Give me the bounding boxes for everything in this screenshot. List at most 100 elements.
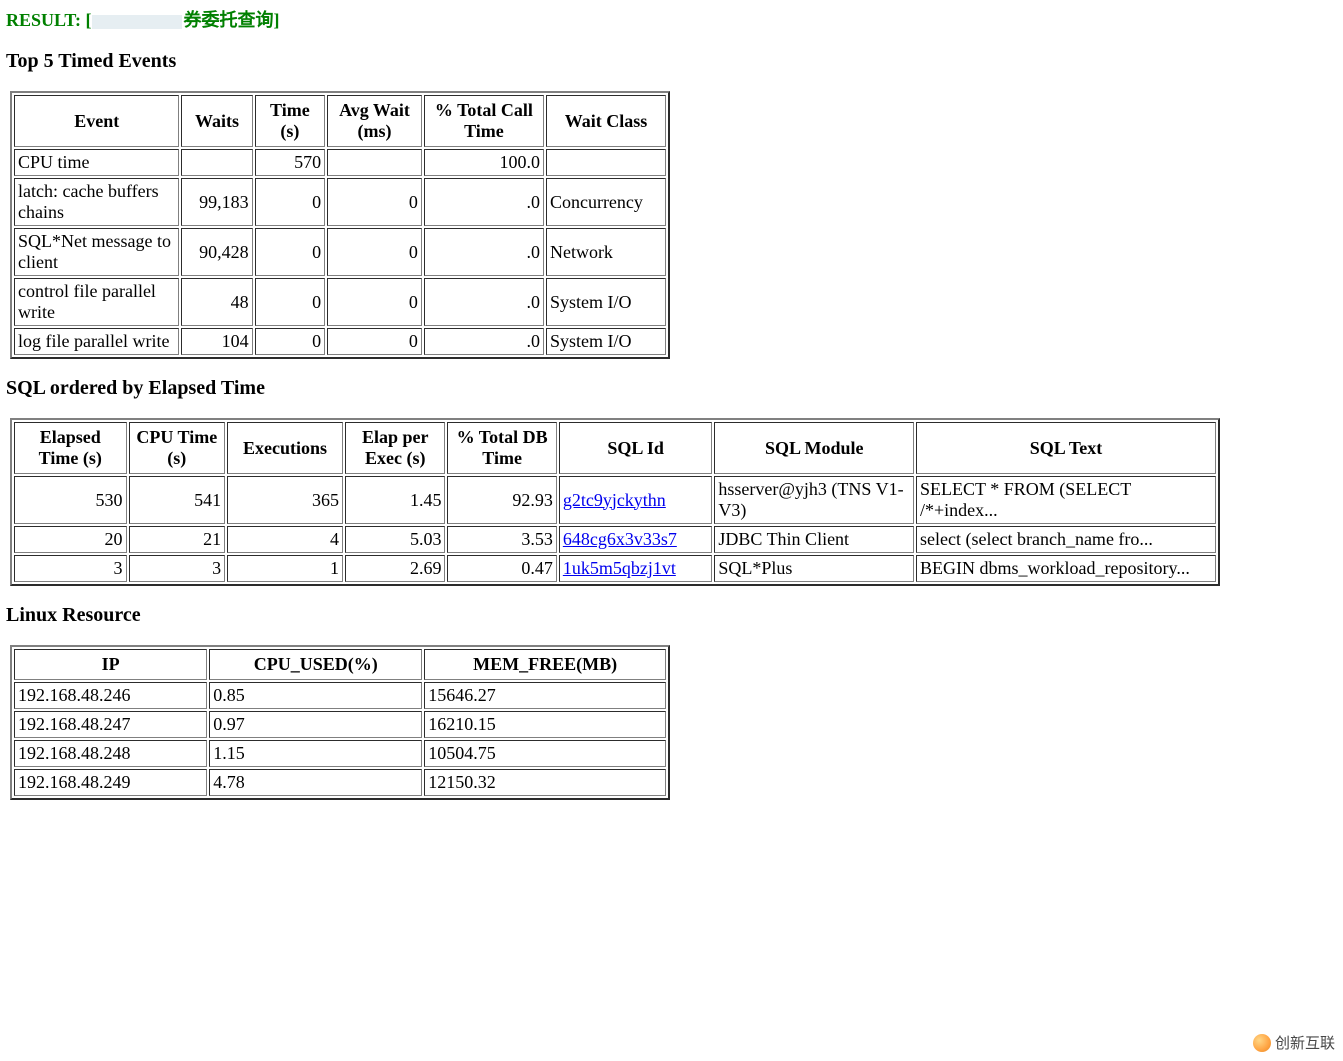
cell: 21 [129, 526, 226, 553]
cell: .0 [424, 278, 544, 326]
table-header-row: Elapsed Time (s) CPU Time (s) Executions… [14, 422, 1216, 474]
sqlid-link[interactable]: 1uk5m5qbzj1vt [563, 558, 676, 578]
col-exec: Executions [227, 422, 343, 474]
cell: 10504.75 [424, 740, 666, 767]
cell: 0 [255, 178, 325, 226]
cell: 0 [327, 178, 422, 226]
watermark: 创新互联 [1253, 1032, 1335, 1053]
cell: log file parallel write [14, 328, 179, 355]
col-per: Elap per Exec (s) [345, 422, 445, 474]
result-line: RESULT: [ 券委托查询] [6, 6, 1337, 32]
cell: 0 [327, 228, 422, 276]
cell: 4.78 [209, 769, 422, 796]
table-row: SQL*Net message to client 90,428 0 0 .0 … [14, 228, 666, 276]
cell [546, 149, 666, 176]
cell: .0 [424, 328, 544, 355]
cell: 100.0 [424, 149, 544, 176]
col-pct: % Total DB Time [447, 422, 556, 474]
cell: 4 [227, 526, 343, 553]
cell: BEGIN dbms_workload_repository... [916, 555, 1216, 582]
table-row: CPU time 570 100.0 [14, 149, 666, 176]
top5-table: Event Waits Time (s) Avg Wait (ms) % Tot… [10, 91, 670, 359]
table-header-row: Event Waits Time (s) Avg Wait (ms) % Tot… [14, 95, 666, 147]
table-row: log file parallel write 104 0 0 .0 Syste… [14, 328, 666, 355]
table-row: 192.168.48.247 0.97 16210.15 [14, 711, 666, 738]
cell: 0.47 [447, 555, 556, 582]
cell: CPU time [14, 149, 179, 176]
table-row: 3 3 1 2.69 0.47 1uk5m5qbzj1vt SQL*Plus B… [14, 555, 1216, 582]
watermark-icon [1253, 1034, 1271, 1052]
table-row: control file parallel write 48 0 0 .0 Sy… [14, 278, 666, 326]
cell: Network [546, 228, 666, 276]
cell: 0.85 [209, 682, 422, 709]
result-tail: 券委托查询] [184, 10, 280, 30]
cell: 0 [255, 328, 325, 355]
col-event: Event [14, 95, 179, 147]
cell: 1.15 [209, 740, 422, 767]
sqlid-link[interactable]: g2tc9yjckythn [563, 490, 666, 510]
cell: System I/O [546, 328, 666, 355]
cell: .0 [424, 228, 544, 276]
col-module: SQL Module [714, 422, 914, 474]
cell: 20 [14, 526, 127, 553]
sql-table: Elapsed Time (s) CPU Time (s) Executions… [10, 418, 1220, 586]
cell: 192.168.48.247 [14, 711, 207, 738]
cell: 530 [14, 476, 127, 524]
col-sqlid: SQL Id [559, 422, 713, 474]
cell: 0 [255, 278, 325, 326]
section-linux-title: Linux Resource [6, 604, 1337, 627]
table-row: 192.168.48.248 1.15 10504.75 [14, 740, 666, 767]
cell-sqlid: 648cg6x3v33s7 [559, 526, 713, 553]
cell: 5.03 [345, 526, 445, 553]
cell: 192.168.48.246 [14, 682, 207, 709]
redacted-area [92, 15, 182, 29]
cell: 0 [255, 228, 325, 276]
section-sql-title: SQL ordered by Elapsed Time [6, 377, 1337, 400]
cell: 0.97 [209, 711, 422, 738]
cell: 3 [14, 555, 127, 582]
cell: 104 [181, 328, 252, 355]
cell: 3 [129, 555, 226, 582]
cell: JDBC Thin Client [714, 526, 914, 553]
cell: control file parallel write [14, 278, 179, 326]
cell: SQL*Net message to client [14, 228, 179, 276]
cell-sqlid: g2tc9yjckythn [559, 476, 713, 524]
cell: 15646.27 [424, 682, 666, 709]
col-avg: Avg Wait (ms) [327, 95, 422, 147]
cell: hsserver@yjh3 (TNS V1-V3) [714, 476, 914, 524]
table-row: 192.168.48.249 4.78 12150.32 [14, 769, 666, 796]
cell: 48 [181, 278, 252, 326]
table-header-row: IP CPU_USED(%) MEM_FREE(MB) [14, 649, 666, 680]
cell: 570 [255, 149, 325, 176]
cell: 3.53 [447, 526, 556, 553]
cell: 12150.32 [424, 769, 666, 796]
table-row: 530 541 365 1.45 92.93 g2tc9yjckythn hss… [14, 476, 1216, 524]
col-elapsed: Elapsed Time (s) [14, 422, 127, 474]
col-class: Wait Class [546, 95, 666, 147]
cell: select (select branch_name fro... [916, 526, 1216, 553]
section-top5-title: Top 5 Timed Events [6, 50, 1337, 73]
cell: SQL*Plus [714, 555, 914, 582]
linux-table: IP CPU_USED(%) MEM_FREE(MB) 192.168.48.2… [10, 645, 670, 800]
col-cpu: CPU Time (s) [129, 422, 226, 474]
cell: latch: cache buffers chains [14, 178, 179, 226]
sqlid-link[interactable]: 648cg6x3v33s7 [563, 529, 677, 549]
watermark-text: 创新互联 [1275, 1032, 1335, 1053]
table-row: latch: cache buffers chains 99,183 0 0 .… [14, 178, 666, 226]
cell: 16210.15 [424, 711, 666, 738]
cell [181, 149, 252, 176]
cell: Concurrency [546, 178, 666, 226]
cell: 99,183 [181, 178, 252, 226]
cell: 541 [129, 476, 226, 524]
col-mem: MEM_FREE(MB) [424, 649, 666, 680]
cell: 0 [327, 278, 422, 326]
cell [327, 149, 422, 176]
col-pct: % Total Call Time [424, 95, 544, 147]
cell: .0 [424, 178, 544, 226]
cell: SELECT * FROM (SELECT /*+index... [916, 476, 1216, 524]
cell: 192.168.48.248 [14, 740, 207, 767]
cell: 90,428 [181, 228, 252, 276]
col-text: SQL Text [916, 422, 1216, 474]
cell: 2.69 [345, 555, 445, 582]
result-prefix: RESULT: [ [6, 10, 92, 30]
